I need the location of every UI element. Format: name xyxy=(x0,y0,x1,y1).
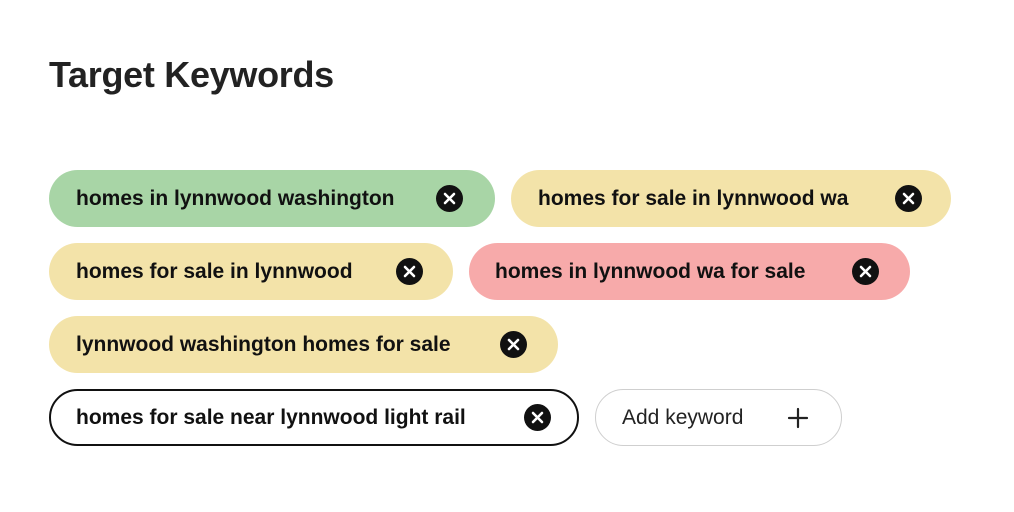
keyword-chip[interactable]: homes in lynnwood wa for sale xyxy=(469,243,910,300)
keyword-chip[interactable]: lynnwood washington homes for sale xyxy=(49,316,558,373)
keyword-chip[interactable]: homes for sale in lynnwood wa xyxy=(511,170,951,227)
close-circle-icon[interactable] xyxy=(524,404,551,431)
close-circle-icon[interactable] xyxy=(895,185,922,212)
close-circle-icon[interactable] xyxy=(396,258,423,285)
keyword-label: homes for sale in lynnwood xyxy=(76,259,353,283)
add-keyword-button[interactable]: Add keyword xyxy=(595,389,842,446)
close-circle-icon[interactable] xyxy=(852,258,879,285)
close-circle-icon[interactable] xyxy=(436,185,463,212)
keyword-chip[interactable]: homes for sale near lynnwood light rail xyxy=(49,389,579,446)
keyword-label: homes in lynnwood washington xyxy=(76,186,395,210)
page-title: Target Keywords xyxy=(49,54,334,95)
add-keyword-label: Add keyword xyxy=(622,405,744,429)
keyword-chip[interactable]: homes for sale in lynnwood xyxy=(49,243,453,300)
plus-icon xyxy=(787,407,809,429)
keyword-chip[interactable]: homes in lynnwood washington xyxy=(49,170,495,227)
close-circle-icon[interactable] xyxy=(500,331,527,358)
keyword-label: homes for sale in lynnwood wa xyxy=(538,186,849,210)
keyword-label: lynnwood washington homes for sale xyxy=(76,332,451,356)
keyword-label: homes for sale near lynnwood light rail xyxy=(76,405,466,429)
keyword-label: homes in lynnwood wa for sale xyxy=(495,259,806,283)
